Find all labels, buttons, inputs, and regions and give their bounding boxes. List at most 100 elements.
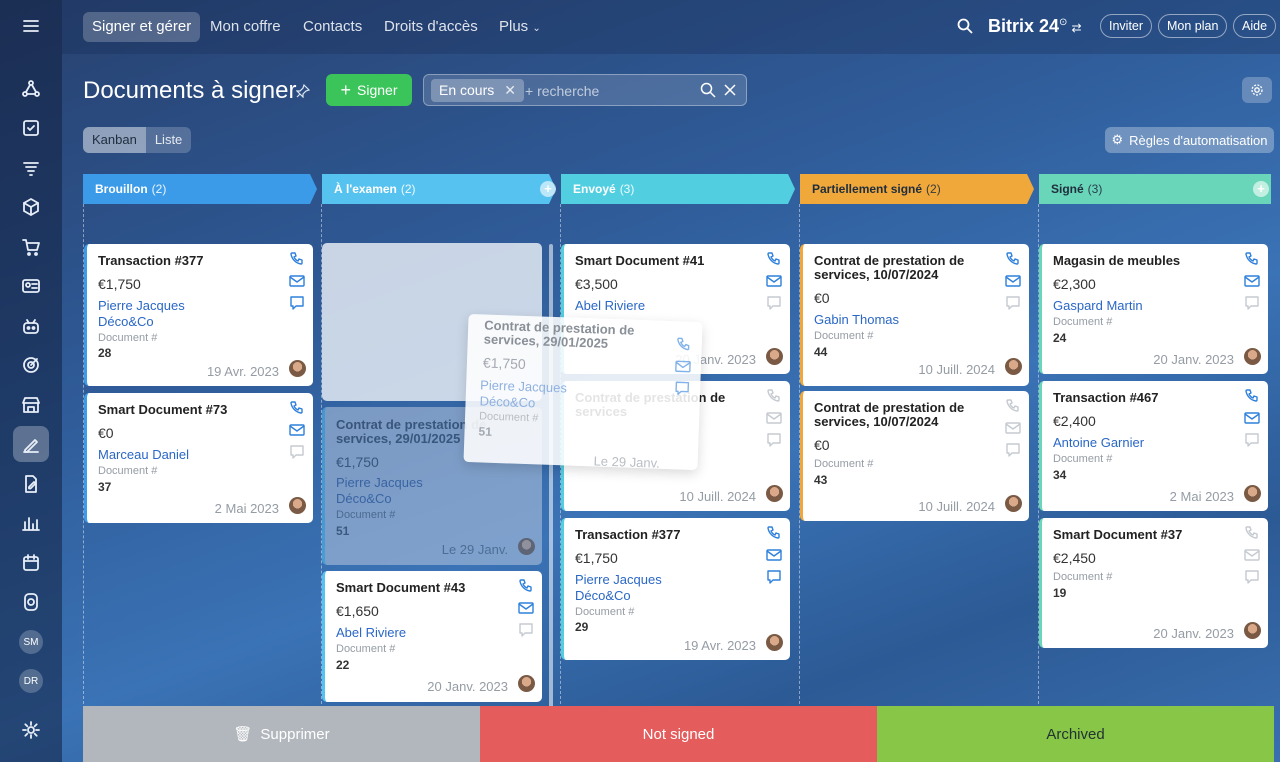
column-header-draft[interactable]: Brouillon (2) [83, 174, 313, 204]
automation-rules-button[interactable]: ⚙ Règles d'automatisation [1105, 127, 1274, 153]
crm-icon[interactable] [13, 71, 49, 107]
chat-icon[interactable] [766, 433, 782, 447]
mail-icon[interactable] [518, 601, 534, 615]
card-title[interactable]: Transaction #377 [575, 528, 750, 542]
avatar[interactable] [518, 675, 535, 692]
avatar[interactable] [1244, 485, 1261, 502]
contact-card-icon[interactable] [13, 268, 49, 304]
tasks-icon[interactable] [13, 110, 49, 146]
card-person[interactable]: Gabin Thomas [814, 312, 899, 327]
deal-card[interactable]: Contrat de prestation de services, 10/07… [800, 244, 1029, 386]
chat-icon[interactable] [289, 445, 305, 459]
phone-icon[interactable] [518, 579, 534, 593]
phone-icon[interactable] [766, 526, 782, 540]
tab-kanban[interactable]: Kanban [83, 127, 146, 153]
avatar[interactable] [766, 348, 783, 365]
settings-icon[interactable] [13, 712, 49, 748]
clear-icon[interactable] [722, 82, 738, 98]
card-title[interactable]: Smart Document #73 [98, 403, 273, 417]
mail-icon[interactable] [1005, 274, 1021, 288]
nav-my-vault[interactable]: Mon coffre [201, 12, 290, 42]
deal-card[interactable]: Smart Document #43 €1,650 Abel Riviere D… [322, 571, 542, 702]
not-signed-dropzone[interactable]: Not signed [480, 706, 877, 762]
chat-icon[interactable] [1005, 443, 1021, 457]
mail-icon[interactable] [289, 423, 305, 437]
nav-contacts[interactable]: Contacts [294, 12, 371, 42]
column-header-review[interactable]: À l'examen (2) + [322, 174, 558, 204]
doc-edit-icon[interactable] [13, 466, 49, 502]
card-person[interactable]: Pierre Jacques [98, 298, 185, 313]
filter-chip[interactable]: En cours ✕ [431, 79, 524, 102]
archived-dropzone[interactable]: Archived [877, 706, 1274, 762]
avatar[interactable] [1005, 495, 1022, 512]
card-person[interactable]: Pierre Jacques [575, 572, 662, 587]
card-title[interactable]: Contrat de prestation de services, 10/07… [814, 401, 989, 429]
target-icon[interactable] [13, 347, 49, 383]
chat-icon[interactable] [766, 570, 782, 584]
deal-card[interactable]: Smart Document #73 €0 Marceau Daniel Doc… [84, 393, 313, 523]
avatar[interactable] [1244, 622, 1261, 639]
my-plan-button[interactable]: Mon plan [1158, 14, 1228, 38]
deal-card[interactable]: Transaction #377 €1,750 Pierre Jacques D… [84, 244, 313, 386]
chat-icon[interactable] [1244, 570, 1260, 584]
chat-icon[interactable] [289, 296, 305, 310]
phone-icon[interactable] [1244, 252, 1260, 266]
chat-icon[interactable] [518, 623, 534, 637]
chat-icon[interactable] [1244, 296, 1260, 310]
card-title[interactable]: Smart Document #41 [575, 254, 750, 268]
card-person[interactable]: Marceau Daniel [98, 447, 189, 462]
nav-more[interactable]: Plus ⌄ [490, 12, 550, 42]
analytics-icon[interactable] [13, 505, 49, 541]
mail-icon[interactable] [289, 274, 305, 288]
mail-icon[interactable] [1244, 411, 1260, 425]
card-person[interactable]: Abel Riviere [336, 625, 406, 640]
box-icon[interactable] [13, 189, 49, 225]
search-icon[interactable] [700, 82, 716, 98]
avatar[interactable] [1005, 358, 1022, 375]
mail-icon[interactable] [1244, 274, 1260, 288]
mail-icon[interactable] [766, 548, 782, 562]
settings-button[interactable] [1242, 77, 1272, 103]
phone-icon[interactable] [289, 401, 305, 415]
pin-icon[interactable] [296, 84, 310, 98]
invite-button[interactable]: Inviter [1100, 14, 1153, 38]
tab-list[interactable]: Liste [146, 127, 191, 153]
card-title[interactable]: Transaction #377 [98, 254, 273, 268]
phone-icon[interactable] [1005, 399, 1021, 413]
search-input[interactable]: + recherche [525, 83, 599, 99]
filter-icon[interactable] [13, 150, 49, 186]
column-header-sent[interactable]: Envoyé (3) [561, 174, 791, 204]
card-title[interactable]: Smart Document #43 [336, 581, 511, 595]
phone-icon[interactable] [766, 389, 782, 403]
card-company[interactable]: Déco&Co [98, 314, 154, 329]
nav-access-rights[interactable]: Droits d'accès [375, 12, 487, 42]
add-icon[interactable]: + [540, 181, 556, 197]
sign-button[interactable]: + Signer [326, 74, 412, 106]
chat-icon[interactable] [1244, 433, 1260, 447]
avatar[interactable] [766, 634, 783, 651]
column-header-partial[interactable]: Partiellement signé (2) [800, 174, 1030, 204]
chat-icon[interactable] [766, 296, 782, 310]
card-person[interactable]: Abel Riviere [575, 298, 645, 313]
help-button[interactable]: Aide [1233, 14, 1277, 38]
avatar-dr[interactable]: DR [19, 669, 43, 693]
deal-card[interactable]: Transaction #467 €2,400 Antoine Garnier … [1039, 381, 1268, 511]
card-title[interactable]: Contrat de prestation de services, 10/07… [814, 254, 989, 282]
card-person[interactable]: Gaspard Martin [1053, 298, 1143, 313]
mail-icon[interactable] [766, 274, 782, 288]
mail-icon[interactable] [1005, 421, 1021, 435]
phone-icon[interactable] [1244, 526, 1260, 540]
avatar[interactable] [1244, 348, 1261, 365]
deal-card[interactable]: Smart Document #37 €2,450 Document # 19 … [1039, 518, 1268, 648]
card-title[interactable]: Smart Document #37 [1053, 528, 1228, 542]
phone-icon[interactable] [289, 252, 305, 266]
phone-icon[interactable] [1005, 252, 1021, 266]
delete-dropzone[interactable]: 🗑 Supprimer [83, 706, 480, 762]
mail-icon[interactable] [766, 411, 782, 425]
menu-icon[interactable] [13, 8, 49, 44]
phone-icon[interactable] [1244, 389, 1260, 403]
dragged-card[interactable]: Contrat de prestation de services, 29/01… [463, 313, 703, 471]
avatar[interactable] [289, 497, 306, 514]
card-company[interactable]: Déco&Co [575, 588, 631, 603]
deal-card[interactable]: Magasin de meubles €2,300 Gaspard Martin… [1039, 244, 1268, 374]
